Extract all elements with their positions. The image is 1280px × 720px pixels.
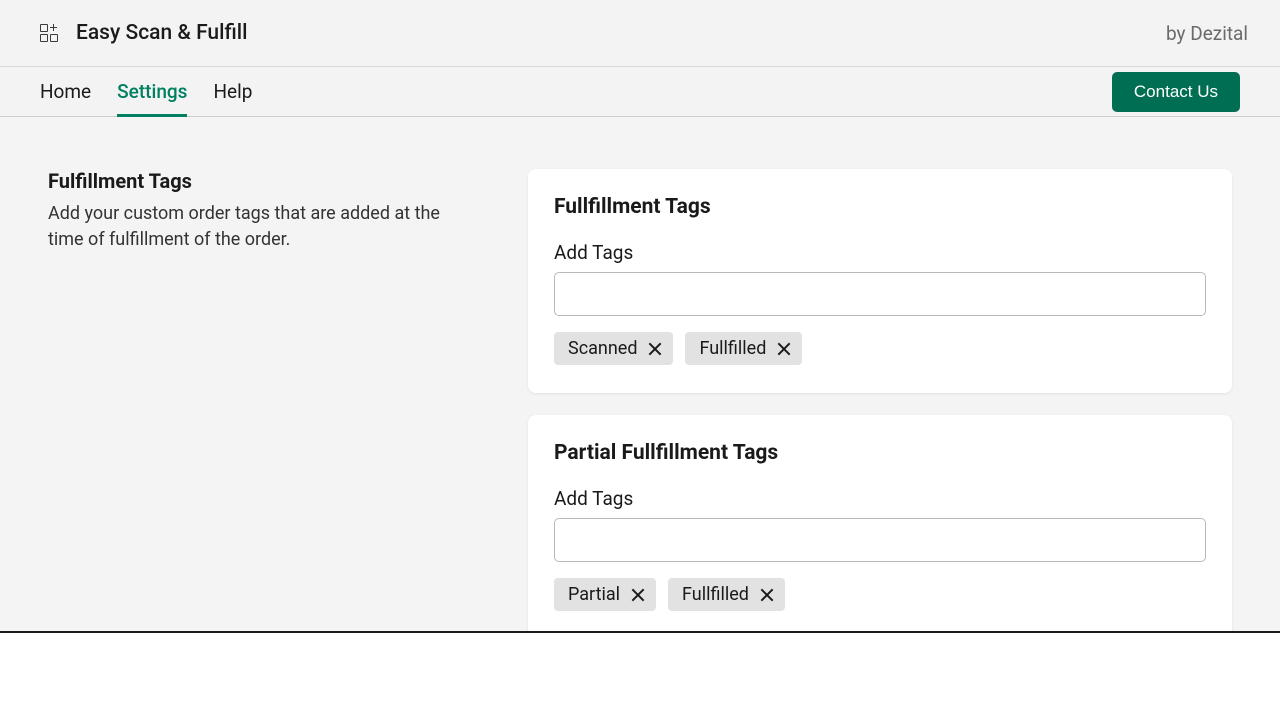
tag-chip: Scanned — [554, 332, 673, 365]
section-title: Fulfillment Tags — [48, 169, 468, 193]
card-title: Fullfillment Tags — [554, 195, 1206, 219]
field-label: Add Tags — [554, 241, 1206, 264]
remove-tag-icon[interactable] — [776, 341, 792, 357]
partial-tags-chips: Partial Fullfilled — [554, 578, 1206, 611]
content-scroll[interactable]: Fulfillment Tags Add your custom order t… — [0, 117, 1280, 720]
tag-chip: Fullfilled — [685, 332, 802, 365]
tag-chip: Fullfilled — [668, 578, 785, 611]
app-header: Easy Scan & Fulfill by Dezital — [0, 0, 1280, 67]
partial-fulfillment-tags-card: Partial Fullfillment Tags Add Tags Parti… — [528, 415, 1232, 639]
content-inner: Fulfillment Tags Add your custom order t… — [0, 117, 1280, 639]
card-title: Partial Fullfillment Tags — [554, 441, 1206, 465]
remove-tag-icon[interactable] — [759, 587, 775, 603]
tag-chip-label: Scanned — [568, 338, 637, 359]
fulfillment-tags-card: Fullfillment Tags Add Tags Scanned Fullf… — [528, 169, 1232, 393]
bottom-fill — [0, 633, 1280, 720]
app-title: Easy Scan & Fulfill — [76, 21, 247, 45]
tag-chip: Partial — [554, 578, 656, 611]
fulfillment-tags-input[interactable] — [554, 272, 1206, 316]
app-header-left: Easy Scan & Fulfill — [40, 21, 247, 45]
remove-tag-icon[interactable] — [647, 341, 663, 357]
tag-chip-label: Fullfilled — [682, 584, 749, 605]
remove-tag-icon[interactable] — [630, 587, 646, 603]
tag-chip-label: Fullfilled — [699, 338, 766, 359]
nav-tab-settings[interactable]: Settings — [117, 67, 187, 116]
nav-bar: Home Settings Help Contact Us — [0, 67, 1280, 117]
section-description: Fulfillment Tags Add your custom order t… — [48, 169, 488, 639]
section-text: Add your custom order tags that are adde… — [48, 201, 468, 253]
nav-tab-help[interactable]: Help — [213, 67, 252, 116]
tag-chip-label: Partial — [568, 584, 620, 605]
field-label: Add Tags — [554, 487, 1206, 510]
partial-tags-input[interactable] — [554, 518, 1206, 562]
nav-tabs: Home Settings Help — [40, 67, 252, 116]
contact-us-button[interactable]: Contact Us — [1112, 72, 1240, 112]
cards-column: Fullfillment Tags Add Tags Scanned Fullf… — [528, 169, 1232, 639]
fulfillment-tags-chips: Scanned Fullfilled — [554, 332, 1206, 365]
nav-tab-home[interactable]: Home — [40, 67, 91, 116]
app-byline: by Dezital — [1166, 22, 1248, 45]
app-grid-icon — [40, 24, 58, 42]
